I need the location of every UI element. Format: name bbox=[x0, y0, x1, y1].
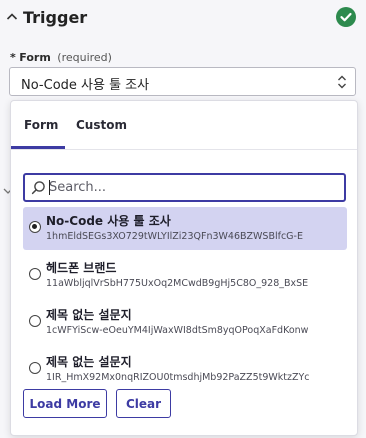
form-option-id: 1IR_HmX92Mx0nqRIZOU0tmsdhjMb92PaZZ5t9Wkt… bbox=[46, 372, 310, 383]
text-caret bbox=[49, 180, 50, 195]
form-option-title: No-Code 사용 툴 조사 bbox=[46, 214, 171, 228]
search-input[interactable] bbox=[49, 177, 339, 198]
section-title: Trigger bbox=[23, 8, 88, 27]
required-text: (required) bbox=[57, 51, 112, 64]
clear-button[interactable]: Clear bbox=[116, 389, 171, 418]
form-option-headphone-brand[interactable]: 헤드폰 브랜드 11aWbljqlVrSbH775UxOq2MCwdB9gHj5… bbox=[23, 254, 347, 297]
field-name: Form bbox=[19, 51, 51, 64]
form-option-id: 1cWFYiScw-eOeuYM4IjWaxWI8dtSm8yqOPoqXaFd… bbox=[46, 325, 309, 336]
trigger-panel: Trigger * Form (required) No-Code 사용 툴 조… bbox=[0, 0, 366, 438]
form-option-untitled-2[interactable]: 제목 없는 설문지 1IR_HmX92Mx0nqRIZOU0tmsdhjMb92… bbox=[23, 348, 347, 391]
active-tab-indicator bbox=[11, 146, 65, 149]
dropdown-tabs: Form Custom bbox=[11, 101, 357, 150]
form-option-no-code[interactable]: No-Code 사용 툴 조사 1hmEldSEGs3XO729tWLYIlZi… bbox=[23, 207, 347, 250]
form-select[interactable]: No-Code 사용 툴 조사 bbox=[9, 67, 356, 96]
radio-button[interactable] bbox=[29, 221, 41, 233]
form-option-untitled-1[interactable]: 제목 없는 설문지 1cWFYiScw-eOeuYM4IjWaxWI8dtSm8… bbox=[23, 301, 347, 344]
radio-button[interactable] bbox=[29, 362, 41, 374]
check-circle-icon bbox=[336, 7, 356, 27]
form-option-title: 제목 없는 설문지 bbox=[46, 355, 132, 369]
form-dropdown: Form Custom No-Code 사용 툴 조사 1hmEldSEGs3X… bbox=[10, 100, 358, 436]
search-icon bbox=[31, 181, 45, 195]
select-arrows-icon bbox=[338, 75, 346, 89]
radio-button[interactable] bbox=[29, 268, 41, 280]
tab-custom[interactable]: Custom bbox=[76, 118, 127, 132]
form-select-value: No-Code 사용 툴 조사 bbox=[21, 78, 150, 93]
form-options-list: No-Code 사용 툴 조사 1hmEldSEGs3XO729tWLYIlZi… bbox=[23, 207, 347, 395]
chevron-up-icon[interactable] bbox=[6, 11, 18, 23]
tab-form[interactable]: Form bbox=[24, 118, 58, 132]
form-option-id: 11aWbljqlVrSbH775UxOq2MCwdB9gHj5C8O_928_… bbox=[46, 278, 309, 289]
form-option-title: 제목 없는 설문지 bbox=[46, 308, 132, 322]
required-marker: * bbox=[10, 51, 16, 64]
search-box[interactable] bbox=[23, 173, 346, 202]
radio-button[interactable] bbox=[29, 315, 41, 327]
form-field-label: * Form (required) bbox=[10, 51, 112, 64]
form-option-title: 헤드폰 브랜드 bbox=[46, 261, 117, 275]
form-option-id: 1hmEldSEGs3XO729tWLYIlZi23QFn3W46BZWSBlf… bbox=[46, 231, 303, 242]
load-more-button[interactable]: Load More bbox=[23, 389, 107, 418]
trigger-header[interactable]: Trigger bbox=[0, 0, 366, 38]
